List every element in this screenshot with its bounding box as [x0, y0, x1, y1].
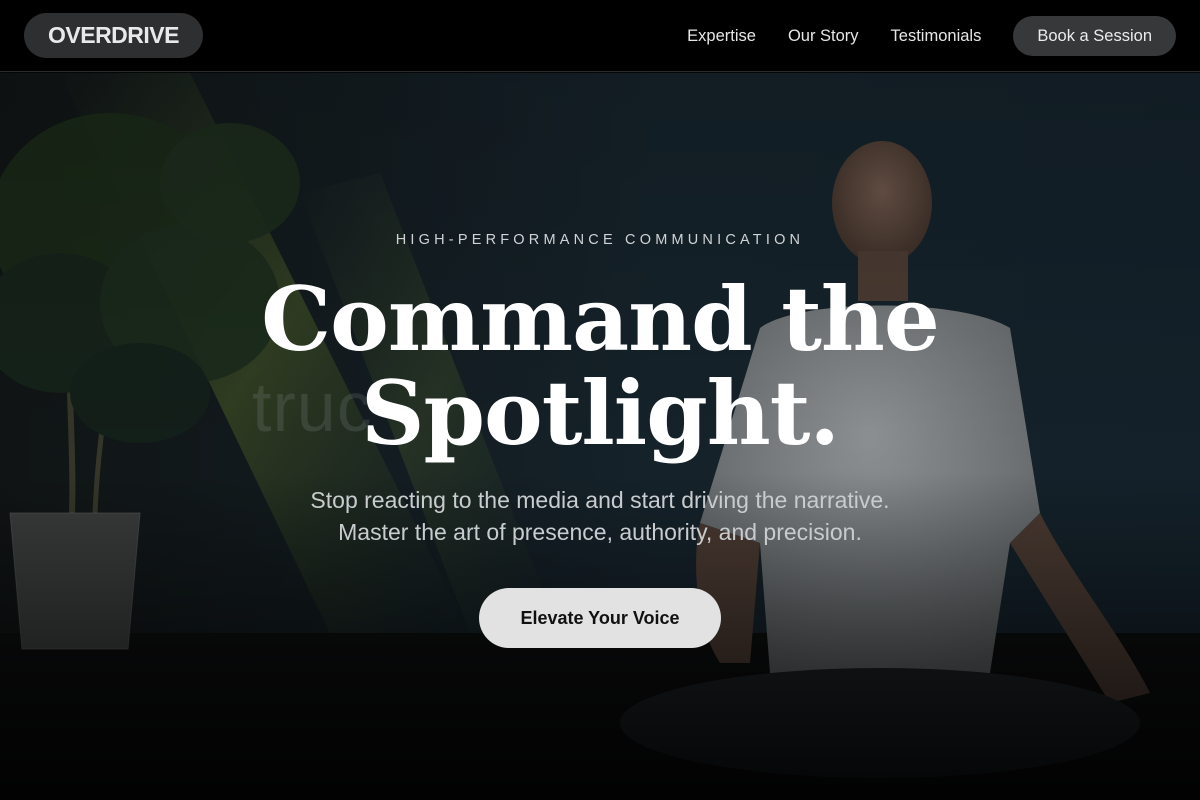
brand-logo[interactable]: OVERDRIVE: [24, 13, 203, 58]
nav-links: Expertise Our Story Testimonials Book a …: [687, 16, 1176, 56]
hero-headline: Command the Spotlight.: [0, 272, 1200, 460]
elevate-your-voice-button[interactable]: Elevate Your Voice: [479, 588, 721, 648]
hero-subtitle: Stop reacting to the media and start dri…: [0, 484, 1200, 548]
hero-subtitle-line-2: Master the art of presence, authority, a…: [338, 519, 862, 545]
hero-headline-line-1: Command the: [261, 267, 940, 371]
landing-page: OVERDRIVE Expertise Our Story Testimonia…: [0, 0, 1200, 800]
top-navigation: OVERDRIVE Expertise Our Story Testimonia…: [0, 0, 1200, 72]
nav-link-our-story[interactable]: Our Story: [788, 16, 859, 56]
hero-headline-line-2: Spotlight.: [360, 361, 840, 465]
hero-eyebrow: HIGH-PERFORMANCE COMMUNICATION: [395, 232, 805, 248]
nav-link-testimonials[interactable]: Testimonials: [891, 16, 982, 56]
book-session-button[interactable]: Book a Session: [1013, 16, 1176, 56]
nav-link-expertise[interactable]: Expertise: [687, 16, 756, 56]
hero-subtitle-line-1: Stop reacting to the media and start dri…: [310, 487, 890, 513]
